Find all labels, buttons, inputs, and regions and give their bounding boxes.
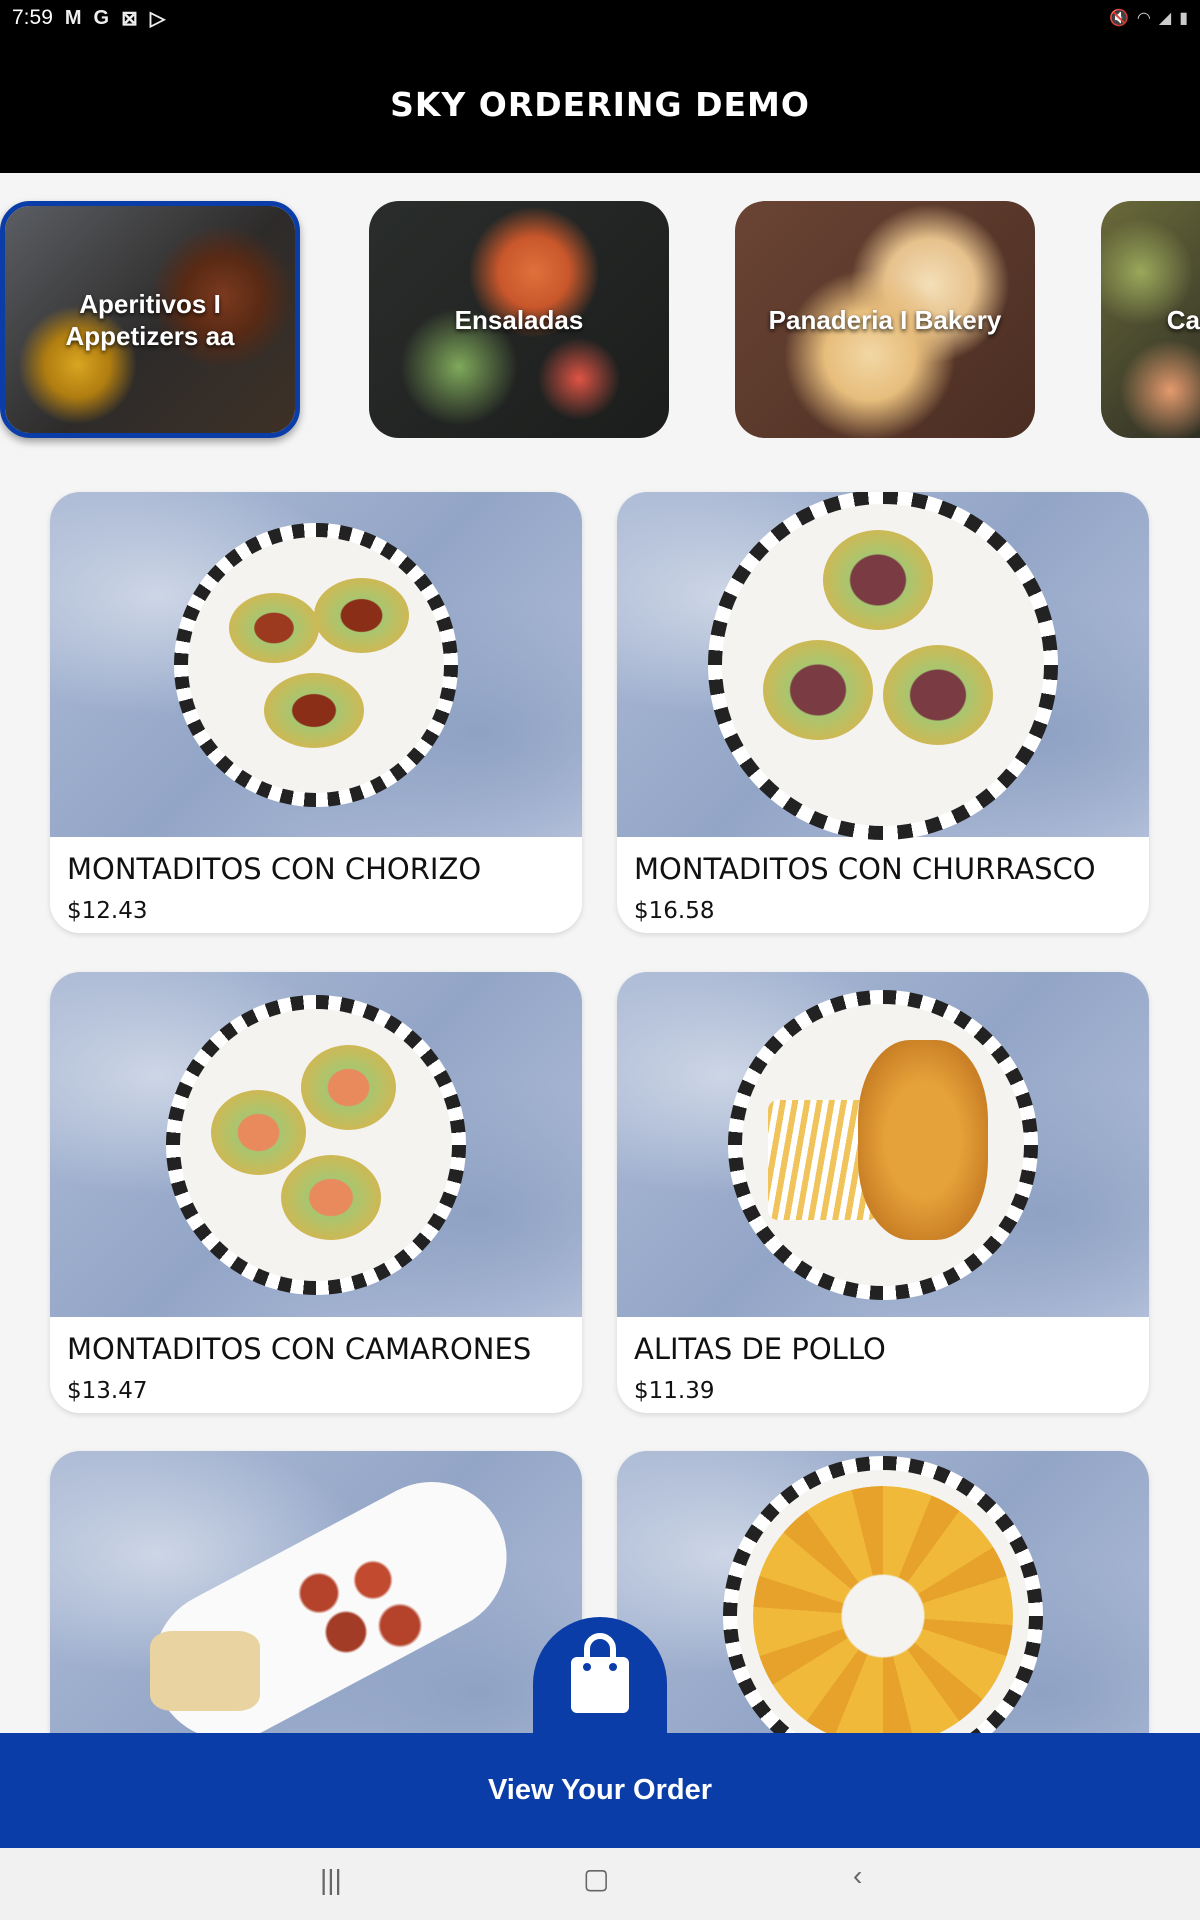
product-image bbox=[617, 972, 1149, 1317]
product-card-chorizo[interactable]: MONTADITOS CON CHORIZO $12.43 bbox=[50, 492, 582, 933]
wifi-icon: ◠ bbox=[1136, 10, 1151, 27]
x-icon: ⊠ bbox=[121, 7, 138, 30]
plate bbox=[723, 1456, 1043, 1776]
shopping-bag-icon bbox=[571, 1633, 629, 1713]
plate bbox=[174, 522, 458, 807]
system-nav-bar: ||| ▢ ‹ bbox=[0, 1848, 1200, 1920]
category-label: Aperitivos I Appetizers aa bbox=[65, 288, 235, 351]
recent-apps-icon[interactable]: ||| bbox=[320, 1864, 342, 1896]
product-name: MONTADITOS CON CHURRASCO bbox=[634, 852, 1096, 886]
product-card-alitas[interactable]: ALITAS DE POLLO $11.39 bbox=[617, 972, 1149, 1413]
category-strip[interactable]: Aperitivos I Appetizers aa Ensaladas Pan… bbox=[0, 173, 1200, 453]
app-title: SKY ORDERING DEMO bbox=[390, 85, 810, 124]
category-label: Panaderia I Bakery bbox=[768, 304, 1002, 335]
product-name: MONTADITOS CON CAMARONES bbox=[67, 1332, 532, 1366]
app-header: SKY ORDERING DEMO bbox=[0, 36, 1200, 173]
category-label: Ensaladas bbox=[454, 304, 584, 335]
status-bar: 7:59 M G ⊠ ▷ 🔇 ◠ ◢ ▮ bbox=[0, 0, 1200, 36]
back-icon[interactable]: ‹ bbox=[853, 1860, 862, 1892]
product-card-camarones[interactable]: MONTADITOS CON CAMARONES $13.47 bbox=[50, 972, 582, 1413]
category-tile-partial[interactable]: Ca bbox=[1101, 201, 1200, 438]
product-price: $16.58 bbox=[634, 898, 715, 924]
plate bbox=[708, 492, 1058, 840]
gmail-icon: M bbox=[64, 6, 82, 29]
signal-icon: ◢ bbox=[1158, 10, 1172, 27]
category-tile-appetizers[interactable]: Aperitivos I Appetizers aa bbox=[0, 201, 300, 438]
play-icon: ▷ bbox=[149, 7, 166, 30]
status-time: 7:59 bbox=[12, 6, 53, 29]
category-tile-ensaladas[interactable]: Ensaladas bbox=[369, 201, 669, 438]
category-label: Ca bbox=[1166, 304, 1200, 335]
product-price: $13.47 bbox=[67, 1378, 148, 1404]
product-name: ALITAS DE POLLO bbox=[634, 1332, 886, 1366]
view-order-button[interactable]: View Your Order bbox=[0, 1733, 1200, 1848]
plate bbox=[728, 989, 1038, 1300]
mute-icon: 🔇 bbox=[1108, 10, 1129, 27]
product-card-churrasco[interactable]: MONTADITOS CON CHURRASCO $16.58 bbox=[617, 492, 1149, 933]
product-image bbox=[50, 972, 582, 1317]
product-image bbox=[50, 492, 582, 837]
home-icon[interactable]: ▢ bbox=[583, 1862, 609, 1895]
view-order-label: View Your Order bbox=[487, 1774, 713, 1806]
product-price: $12.43 bbox=[67, 898, 148, 924]
product-price: $11.39 bbox=[634, 1378, 715, 1404]
product-image bbox=[617, 492, 1149, 840]
product-name: MONTADITOS CON CHORIZO bbox=[67, 852, 482, 886]
google-icon: G bbox=[93, 6, 110, 29]
category-tile-bakery[interactable]: Panaderia I Bakery bbox=[735, 201, 1035, 438]
battery-icon: ▮ bbox=[1179, 10, 1188, 27]
plate bbox=[166, 994, 466, 1295]
